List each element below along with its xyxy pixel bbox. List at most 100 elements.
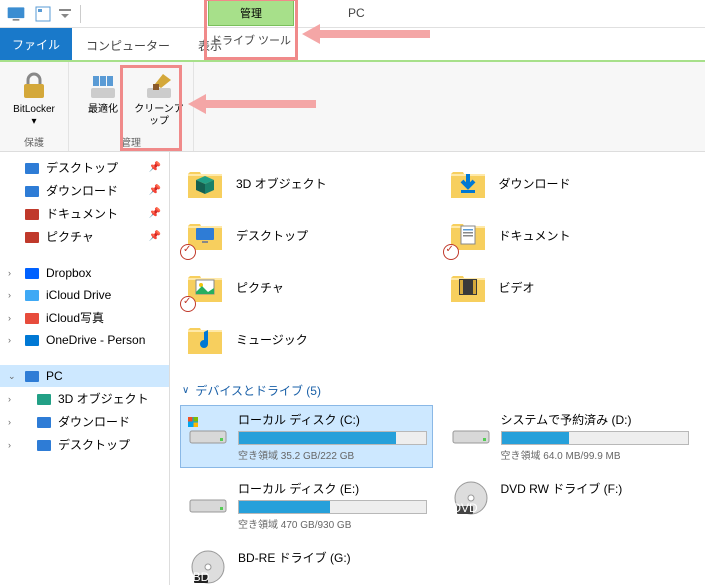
expand-icon[interactable]: › [8, 417, 11, 427]
onedrive-icon [24, 332, 40, 348]
nav-cloud-item[interactable]: ›iCloud写真 [0, 306, 169, 329]
nav-quick-item[interactable]: ダウンロード 📌 [0, 179, 169, 202]
sync-badge-icon [443, 244, 459, 260]
drive-name: システムで予約済み (D:) [501, 411, 690, 428]
optimize-icon [87, 70, 119, 102]
tab-file[interactable]: ファイル [0, 28, 72, 60]
sync-badge-icon [180, 296, 196, 312]
folder-item[interactable]: デスクトップ [180, 210, 433, 260]
annotation-arrow-tab [320, 30, 430, 38]
folder-label: デスクトップ [236, 227, 308, 244]
main-area: デスクトップ📌ダウンロード📌ドキュメント📌ピクチャ📌›Dropbox›iClou… [0, 152, 705, 585]
expand-icon[interactable]: › [8, 268, 11, 278]
drives-section: ローカル ディスク (C:)空き領域 35.2 GB/222 GBシステムで予約… [180, 405, 695, 585]
bitlocker-label: BitLocker [13, 104, 55, 116]
drive-item[interactable]: ローカル ディスク (E:) 空き領域 470 GB/930 GB [180, 474, 433, 537]
tab-drive-tools[interactable]: ドライブ ツール [208, 26, 294, 54]
group-header-devices[interactable]: ∨ デバイスとドライブ (5) [180, 376, 695, 405]
folder-icon [184, 318, 226, 360]
svg-text:BD: BD [193, 570, 210, 584]
group-header-label: デバイスとドライブ (5) [195, 382, 321, 399]
nav-quick-item[interactable]: デスクトップ📌 [0, 156, 169, 179]
sync-badge-icon [180, 244, 196, 260]
folder-item[interactable]: ビデオ [443, 262, 696, 312]
nav-item-label: 3D オブジェクト [58, 390, 149, 407]
expand-icon[interactable]: › [8, 440, 11, 450]
folder-item[interactable]: ピクチャ [180, 262, 433, 312]
folder-item[interactable]: ミュージック [180, 314, 433, 364]
window-title: PC [348, 6, 365, 20]
folder-icon [447, 162, 489, 204]
nav-item-label: PC [46, 369, 63, 383]
expand-icon[interactable]: › [8, 313, 11, 323]
desktop-icon [24, 160, 40, 176]
folders-section: 3D オブジェクト ダウンロードデスクトップ ドキュメントピクチャ ビデオミュージック [180, 158, 695, 364]
nav-item-label: Dropbox [46, 266, 91, 280]
pin-icon: 📌 [149, 185, 161, 196]
expand-icon[interactable]: › [8, 394, 11, 404]
drive-name: DVD RW ドライブ (F:) [501, 480, 690, 497]
context-tab-header: 管理 [208, 0, 294, 26]
nav-cloud-item[interactable]: › Dropbox [0, 262, 169, 284]
folder-icon [447, 214, 489, 256]
folder-icon [184, 162, 226, 204]
desktop-icon [36, 437, 52, 453]
folder-icon [184, 266, 226, 308]
nav-pane: デスクトップ📌ダウンロード📌ドキュメント📌ピクチャ📌›Dropbox›iClou… [0, 152, 170, 585]
folder-label: ビデオ [499, 279, 535, 296]
nav-quick-item[interactable]: ドキュメント 📌 [0, 202, 169, 225]
ribbon: BitLocker ▾ 保護 最適化 クリーンアップ 管理 [0, 62, 705, 152]
properties-icon[interactable] [35, 6, 51, 22]
pin-icon: 📌 [149, 208, 161, 219]
hdd-drive-icon [449, 411, 493, 447]
group-label-manage: 管理 [121, 134, 141, 149]
separator [80, 5, 81, 23]
expand-icon[interactable]: › [8, 335, 11, 345]
nav-item-label: ドキュメント [46, 205, 118, 222]
folder-label: ドキュメント [499, 227, 571, 244]
qat-dropdown-icon[interactable] [57, 6, 73, 22]
drive-free-text: 空き領域 35.2 GB/222 GB [238, 447, 427, 462]
drive-name: ローカル ディスク (E:) [238, 480, 427, 497]
drive-item[interactable]: DVDDVD RW ドライブ (F:) [443, 474, 696, 537]
expand-icon[interactable]: › [8, 290, 11, 300]
folder-item[interactable]: 3D オブジェクト [180, 158, 433, 208]
folder-icon [184, 214, 226, 256]
folder-label: ダウンロード [499, 175, 571, 192]
drive-item[interactable]: ローカル ディスク (C:)空き領域 35.2 GB/222 GB [180, 405, 433, 468]
pin-icon: 📌 [149, 231, 161, 242]
nav-item-label: デスクトップ [58, 436, 130, 453]
cleanup-button[interactable]: クリーンアップ [131, 66, 187, 132]
drive-item[interactable]: BDBD-RE ドライブ (G:) [180, 543, 433, 585]
optimize-button[interactable]: 最適化 [75, 66, 131, 132]
pin-icon: 📌 [149, 162, 161, 173]
nav-item-label: ピクチャ [46, 228, 94, 245]
drive-free-text: 空き領域 470 GB/930 GB [238, 516, 427, 531]
nav-cloud-item[interactable]: › iCloud Drive [0, 284, 169, 306]
download-icon [24, 183, 40, 199]
nav-item-label: iCloud Drive [46, 288, 111, 302]
folder-label: ピクチャ [236, 279, 284, 296]
dropdown-icon: ▾ [31, 116, 36, 128]
folder-item[interactable]: ドキュメント [443, 210, 696, 260]
drive-item[interactable]: システムで予約済み (D:)空き領域 64.0 MB/99.9 MB [443, 405, 696, 468]
pc-icon [6, 4, 26, 24]
cleanup-icon [143, 70, 175, 102]
folder-item[interactable]: ダウンロード [443, 158, 696, 208]
nav-item-label: OneDrive - Person [46, 333, 145, 347]
nav-cloud-item[interactable]: › OneDrive - Person [0, 329, 169, 351]
hdd-drive-icon [186, 411, 230, 447]
nav-quick-item[interactable]: ピクチャ 📌 [0, 225, 169, 248]
ribbon-group-protect: BitLocker ▾ 保護 [0, 62, 69, 151]
nav-pc-item[interactable]: ⌄ PC [0, 365, 169, 387]
ribbon-group-manage: 最適化 クリーンアップ 管理 [69, 62, 194, 151]
bitlocker-button[interactable]: BitLocker ▾ [6, 66, 62, 132]
icloud-icon [24, 287, 40, 303]
nav-pc-child[interactable]: ›ダウンロード [0, 410, 169, 433]
nav-pc-child[interactable]: › 3D オブジェクト [0, 387, 169, 410]
nav-item-label: ダウンロード [46, 182, 118, 199]
context-tab-group: 管理 ドライブ ツール [208, 0, 294, 54]
tab-computer[interactable]: コンピューター [72, 31, 184, 60]
expand-icon[interactable]: ⌄ [8, 371, 16, 382]
nav-pc-child[interactable]: › デスクトップ [0, 433, 169, 456]
